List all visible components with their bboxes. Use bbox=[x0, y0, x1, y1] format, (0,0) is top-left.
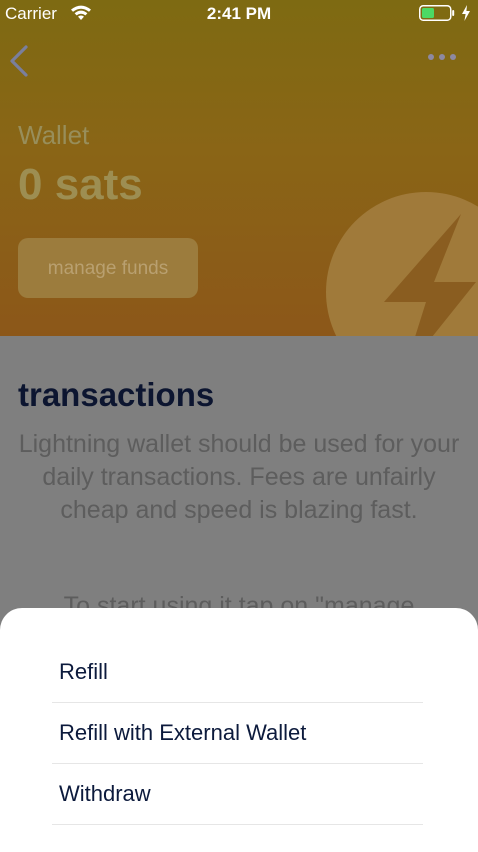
transactions-description: Lightning wallet should be used for your… bbox=[18, 430, 460, 524]
refill-option[interactable]: Refill bbox=[52, 641, 423, 703]
refill-option-label: Refill bbox=[59, 658, 108, 684]
withdraw-option[interactable]: Withdraw bbox=[52, 763, 423, 825]
refill-external-wallet-option-label: Refill with External Wallet bbox=[59, 719, 307, 745]
charging-bolt-icon bbox=[462, 5, 470, 21]
transactions-title: transactions bbox=[18, 376, 215, 413]
wallet-header: Wallet 0 sats manage funds bbox=[0, 0, 478, 336]
status-bar: Carrier 2:41 PM bbox=[0, 0, 478, 28]
battery-icon bbox=[419, 5, 455, 21]
action-sheet: Refill Refill with External Wallet Withd… bbox=[0, 608, 478, 852]
chevron-left-icon[interactable] bbox=[8, 44, 30, 78]
wallet-balance: 0 sats bbox=[18, 160, 143, 209]
wallet-label: Wallet bbox=[18, 120, 90, 150]
more-dots-icon[interactable] bbox=[426, 50, 458, 64]
manage-funds-button[interactable]: manage funds bbox=[18, 238, 198, 298]
lightning-bolt-icon bbox=[326, 192, 478, 336]
withdraw-option-label: Withdraw bbox=[59, 780, 151, 806]
clock-time: 2:41 PM bbox=[206, 4, 272, 23]
refill-external-wallet-option[interactable]: Refill with External Wallet bbox=[52, 702, 423, 764]
